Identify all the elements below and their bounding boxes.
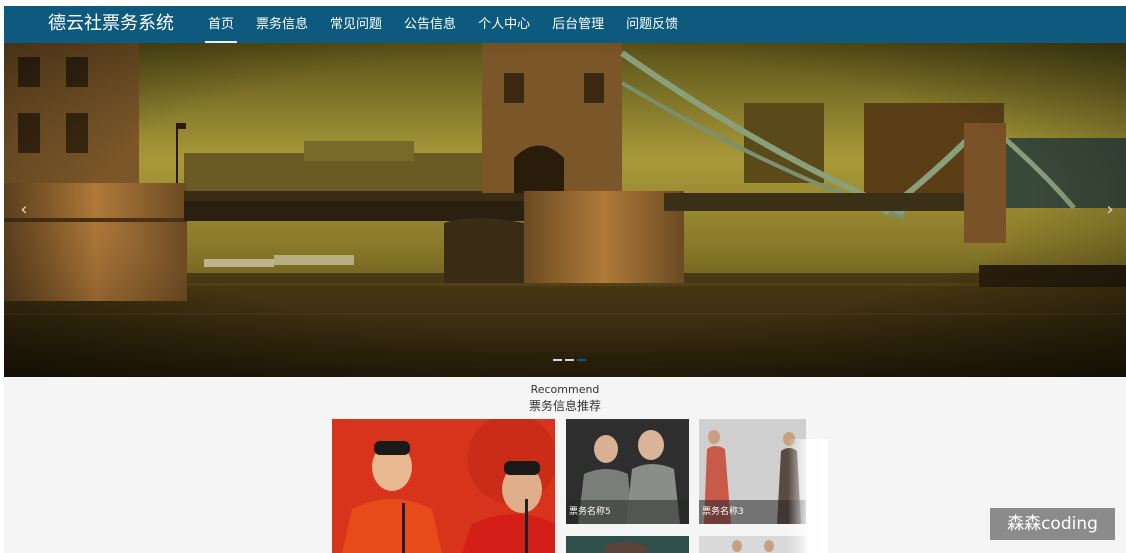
nav-item-personal-center[interactable]: 个人中心 — [467, 6, 541, 43]
carousel-indicators — [553, 359, 586, 361]
ticket-5-caption: 票务名称5 — [566, 500, 689, 524]
nav-item-tickets[interactable]: 票务信息 — [245, 6, 319, 43]
bottom-left-card-image — [566, 536, 689, 553]
carousel-indicator-3[interactable] — [577, 359, 586, 361]
page: 德云社票务系统 首页 票务信息 常见问题 公告信息 个人中心 后台管理 问题反馈 — [0, 0, 1126, 553]
nav-item-faq[interactable]: 常见问题 — [319, 6, 393, 43]
nav-menu: 首页 票务信息 常见问题 公告信息 个人中心 后台管理 问题反馈 — [197, 6, 689, 43]
chevron-left-icon: ‹ — [20, 199, 28, 220]
recommend-card-featured[interactable] — [332, 419, 555, 553]
recommend-section: Recommend 票务信息推荐 票务名称5 票务名称3 — [4, 377, 1126, 553]
featured-performers-image — [332, 419, 555, 553]
chevron-right-icon: › — [1106, 199, 1114, 220]
carousel-indicator-2[interactable] — [565, 359, 574, 361]
carousel-indicator-1[interactable] — [553, 359, 562, 361]
top-navbar: 德云社票务系统 首页 票务信息 常见问题 公告信息 个人中心 后台管理 问题反馈 — [4, 6, 1126, 43]
nav-item-feedback[interactable]: 问题反馈 — [615, 6, 689, 43]
recommend-title-en: Recommend — [530, 383, 600, 396]
watermark-label: 森森coding — [990, 508, 1115, 540]
recommend-card-ticket-5[interactable]: 票务名称5 — [566, 419, 689, 524]
recommend-card-bottom-left[interactable] — [566, 536, 689, 553]
carousel-prev-button[interactable]: ‹ — [12, 195, 36, 225]
carousel-next-button[interactable]: › — [1098, 195, 1122, 225]
nav-item-admin[interactable]: 后台管理 — [541, 6, 615, 43]
nav-item-announcements[interactable]: 公告信息 — [393, 6, 467, 43]
blur-overlay — [788, 439, 828, 553]
site-brand-title[interactable]: 德云社票务系统 — [48, 12, 174, 36]
recommend-title-cn: 票务信息推荐 — [528, 399, 601, 413]
hero-carousel: ‹ › — [4, 43, 1126, 377]
tower-bridge-slide-image — [4, 43, 1126, 377]
nav-item-home[interactable]: 首页 — [197, 6, 245, 43]
